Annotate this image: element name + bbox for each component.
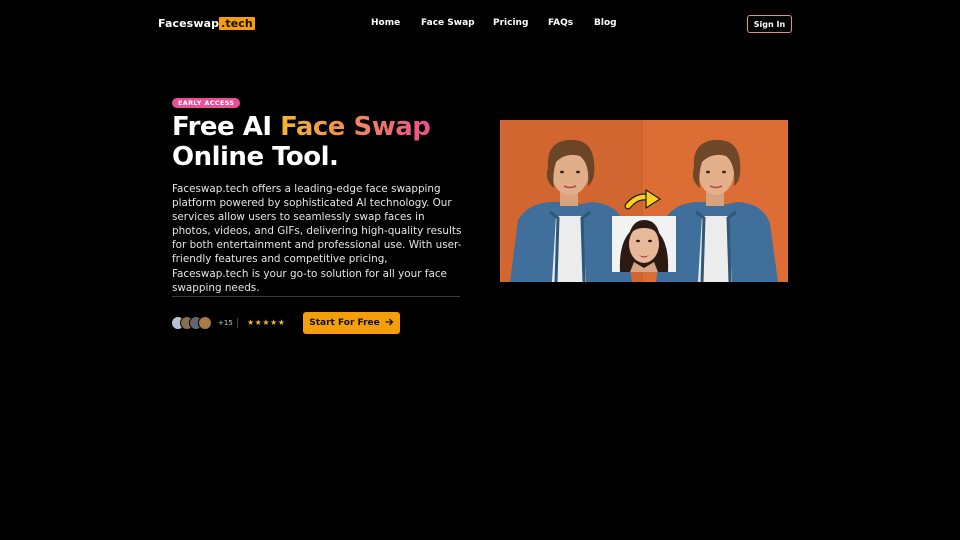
- star-rating: ★★★★★: [247, 318, 286, 327]
- hero-headline: Free AI Face Swap Online Tool.: [172, 112, 472, 172]
- divider: [172, 296, 460, 297]
- nav-link-pricing[interactable]: Pricing: [493, 18, 528, 28]
- nav-link-home[interactable]: Home: [371, 18, 400, 28]
- start-for-free-button[interactable]: Start For Free: [303, 312, 400, 334]
- nav-link-blog[interactable]: Blog: [594, 18, 617, 28]
- separator: [237, 318, 238, 328]
- page: Faceswap .tech Home Face Swap Pricing FAQ…: [0, 0, 960, 540]
- headline-highlight: Face Swap: [280, 112, 431, 142]
- source-face-thumbnail: [612, 216, 676, 272]
- nav-link-face-swap[interactable]: Face Swap: [421, 18, 475, 28]
- user-count: +15: [218, 319, 233, 327]
- face-swap-example-image: [500, 120, 788, 282]
- hero-description: Faceswap.tech offers a leading-edge face…: [172, 183, 462, 294]
- arrow-right-icon: [385, 318, 394, 329]
- early-access-badge: EARLY ACCESS: [172, 98, 241, 108]
- headline-part1: Free AI: [172, 112, 281, 142]
- sign-in-button[interactable]: Sign In: [747, 15, 792, 33]
- nav-link-faqs[interactable]: FAQs: [548, 18, 573, 28]
- cta-label: Start For Free: [309, 318, 380, 328]
- headline-part2: Online Tool.: [172, 142, 339, 172]
- user-avatars: [171, 316, 217, 330]
- avatar: [198, 316, 212, 330]
- main-nav: Home Face Swap Pricing FAQs Blog: [0, 18, 960, 32]
